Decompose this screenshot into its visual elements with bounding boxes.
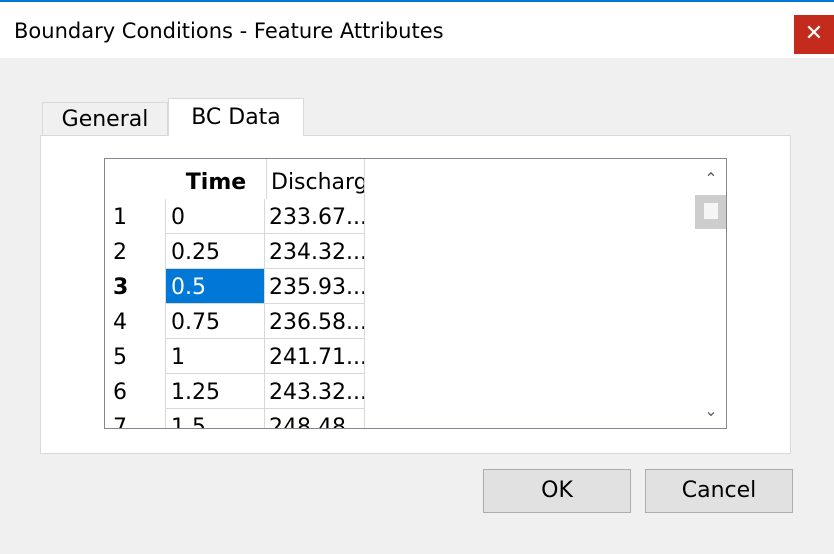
row-number[interactable]: 7 bbox=[113, 409, 163, 428]
column-header-time[interactable]: Time bbox=[166, 159, 267, 199]
title-bar: Boundary Conditions - Feature Attributes… bbox=[0, 0, 834, 58]
cell-time[interactable]: 1 bbox=[165, 339, 265, 374]
cell-time[interactable]: 1.25 bbox=[165, 374, 265, 409]
row-number-current[interactable]: 3 bbox=[113, 269, 163, 306]
chevron-up-icon[interactable]: ⌃ bbox=[695, 165, 726, 193]
cell-time[interactable]: 1.5 bbox=[165, 409, 265, 428]
table-row: 1 0 233.67... bbox=[105, 199, 370, 234]
cell-time[interactable]: 0.75 bbox=[165, 304, 265, 339]
grid-rows: 1 0 233.67... 2 0.25 234.32... 3 0.5 235… bbox=[105, 199, 370, 428]
ok-button[interactable]: OK bbox=[483, 469, 631, 513]
cell-discharge[interactable]: 243.32... bbox=[265, 374, 365, 409]
cell-time-selected[interactable]: 0.5 bbox=[165, 269, 265, 304]
cell-discharge[interactable]: 235.93... bbox=[265, 269, 365, 304]
cancel-button[interactable]: Cancel bbox=[645, 469, 793, 513]
table-row: 6 1.25 243.32... bbox=[105, 374, 370, 409]
close-button[interactable]: ✕ bbox=[794, 15, 834, 54]
table-row: 2 0.25 234.32... bbox=[105, 234, 370, 269]
cell-discharge[interactable]: 241.71... bbox=[265, 339, 365, 374]
row-number[interactable]: 5 bbox=[113, 339, 163, 376]
cell-discharge[interactable]: 248.48... bbox=[265, 409, 365, 428]
cell-discharge[interactable]: 236.58... bbox=[265, 304, 365, 339]
chevron-down-icon[interactable]: ⌄ bbox=[695, 397, 726, 425]
table-row: 4 0.75 236.58... bbox=[105, 304, 370, 339]
cell-time[interactable]: 0.25 bbox=[165, 234, 265, 269]
window-title: Boundary Conditions - Feature Attributes bbox=[14, 19, 444, 43]
table-row: 3 0.5 235.93... bbox=[105, 269, 370, 304]
row-number[interactable]: 1 bbox=[113, 199, 163, 236]
tab-bc-data[interactable]: BC Data bbox=[168, 98, 304, 136]
bc-data-grid[interactable]: Time Discharg 1 0 233.67... 2 0.25 234.3… bbox=[104, 158, 727, 429]
table-row: 7 1.5 248.48... bbox=[105, 409, 370, 428]
row-number[interactable]: 4 bbox=[113, 304, 163, 341]
cell-discharge[interactable]: 233.67... bbox=[265, 199, 365, 234]
cell-time[interactable]: 0 bbox=[165, 199, 265, 234]
tab-general[interactable]: General bbox=[42, 102, 168, 136]
vertical-scrollbar[interactable]: ⌃ ⌄ bbox=[695, 159, 726, 428]
row-number[interactable]: 6 bbox=[113, 374, 163, 411]
table-row: 5 1 241.71... bbox=[105, 339, 370, 374]
row-number[interactable]: 2 bbox=[113, 234, 163, 271]
dialog-window: Boundary Conditions - Feature Attributes… bbox=[0, 0, 834, 554]
close-icon: ✕ bbox=[804, 21, 824, 46]
scroll-thumb[interactable] bbox=[695, 195, 726, 229]
cell-discharge[interactable]: 234.32... bbox=[265, 234, 365, 269]
scroll-thumb-grip bbox=[704, 203, 718, 219]
column-header-discharge[interactable]: Discharg bbox=[267, 159, 365, 199]
